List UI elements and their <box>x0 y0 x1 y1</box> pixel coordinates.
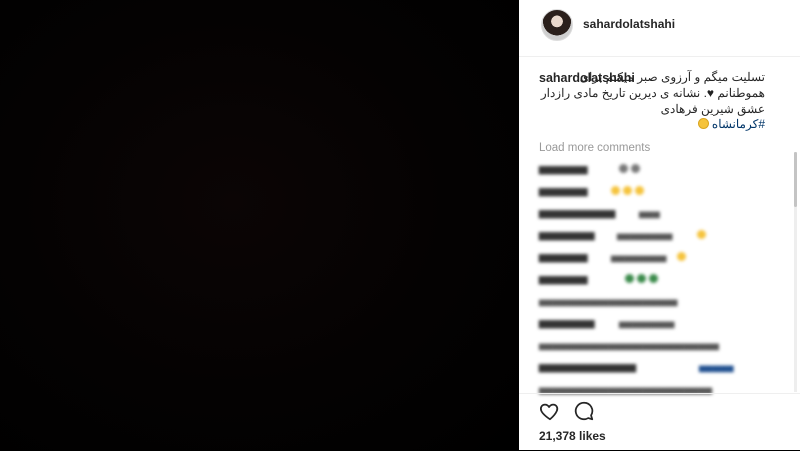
avatar[interactable] <box>541 9 573 41</box>
comment-row: ▆▆▆▆▆▆▆▆ ▅▅▅▅▅▅▅▅ <box>539 226 789 248</box>
comment-user-placeholder: ▆▆▆▆▆▆▆▆▆▆▆▆▆▆ <box>539 362 636 372</box>
caption-hashtag[interactable]: #کرمانشاه <box>712 117 765 131</box>
load-more-comments-link[interactable]: Load more comments <box>539 142 650 154</box>
comment-user-placeholder: ▆▆▆▆▆▆▆▆ <box>539 318 595 328</box>
heart-outline-icon[interactable] <box>539 400 561 422</box>
emoji-icon <box>625 274 634 283</box>
comment-row: ▆▆▆▆▆▆▆▆▆▆▆▆▆▆ ▅▅▅▅▅ <box>539 358 789 380</box>
emoji-icon <box>635 186 644 195</box>
emoji-icon <box>637 274 646 283</box>
emoji-icon <box>611 186 620 195</box>
post-actions: 21,378 likes <box>519 393 800 451</box>
post-image[interactable] <box>0 0 519 450</box>
black-heart-emoji-icon: ♥ <box>706 85 715 100</box>
comment-row: ▅▅▅▅▅▅▅▅▅▅▅▅▅▅▅▅▅▅▅▅ <box>539 292 789 314</box>
header-username[interactable]: sahardolatshahi <box>583 17 675 31</box>
smiling-face-emoji-icon <box>697 118 709 130</box>
comment-text-placeholder: ▅▅▅▅▅▅▅▅▅▅▅▅▅▅▅▅▅▅▅▅ <box>539 296 678 306</box>
caption: sahardolatshahi تسلیت میگم و آرزوی صبر م… <box>539 70 765 133</box>
comment-text-placeholder: ▅▅▅▅▅▅▅▅ <box>619 318 675 328</box>
comment-user-placeholder: ▆▆▆▆▆▆▆▆▆▆▆ <box>539 208 616 218</box>
likes-count[interactable]: 21,378 likes <box>539 429 606 443</box>
speech-bubble-icon[interactable] <box>573 400 595 422</box>
emoji-icon <box>677 252 686 261</box>
comment-text-placeholder: ▅▅▅▅▅▅▅▅ <box>617 230 673 240</box>
comment-row: ▆▆▆▆▆▆▆ <box>539 160 789 182</box>
comment-row: ▆▆▆▆▆▆▆ <box>539 182 789 204</box>
comments-scrollbar[interactable] <box>794 152 797 392</box>
emoji-icon <box>619 164 628 173</box>
comment-row: ▆▆▆▆▆▆▆▆ ▅▅▅▅▅▅▅▅ <box>539 314 789 336</box>
comments-scroll-thumb[interactable] <box>794 152 797 207</box>
comment-user-placeholder: ▆▆▆▆▆▆▆ <box>539 252 588 262</box>
comment-text-placeholder: ▅▅▅▅▅▅▅▅ <box>611 252 667 262</box>
post-side-panel: sahardolatshahi sahardolatshahi تسلیت می… <box>519 0 800 450</box>
comments-list-blurred: ▆▆▆▆▆▆▆ ▆▆▆▆▆▆▆ ▆▆▆▆▆▆▆▆▆▆▆ ▅▅▅ ▆▆▆▆▆▆▆▆… <box>539 160 789 394</box>
comment-row: ▆▆▆▆▆▆▆ ▅▅▅▅▅▅▅▅ <box>539 248 789 270</box>
comment-row: ▆▆▆▆▆▆▆▆▆▆▆ ▅▅▅ <box>539 204 789 226</box>
comment-row: ▆▆▆▆▆▆▆ <box>539 270 789 292</box>
emoji-icon <box>649 274 658 283</box>
comment-text-placeholder: ▅▅▅ <box>639 208 660 218</box>
comment-text-placeholder: ▅▅▅▅▅▅▅▅▅▅▅▅▅▅▅▅▅▅▅▅▅▅▅▅▅▅ <box>539 340 719 350</box>
post-header: sahardolatshahi <box>519 0 800 57</box>
comment-user-placeholder: ▆▆▆▆▆▆▆ <box>539 186 588 196</box>
comment-row: ▅▅▅▅▅▅▅▅▅▅▅▅▅▅▅▅▅▅▅▅▅▅▅▅▅▅ <box>539 336 789 358</box>
emoji-icon <box>623 186 632 195</box>
comment-text-placeholder: ▅▅▅▅▅ <box>699 362 734 372</box>
comment-user-placeholder: ▆▆▆▆▆▆▆ <box>539 164 588 174</box>
comment-user-placeholder: ▆▆▆▆▆▆▆ <box>539 274 588 284</box>
emoji-icon <box>697 230 706 239</box>
comment-user-placeholder: ▆▆▆▆▆▆▆▆ <box>539 230 595 240</box>
emoji-icon <box>631 164 640 173</box>
